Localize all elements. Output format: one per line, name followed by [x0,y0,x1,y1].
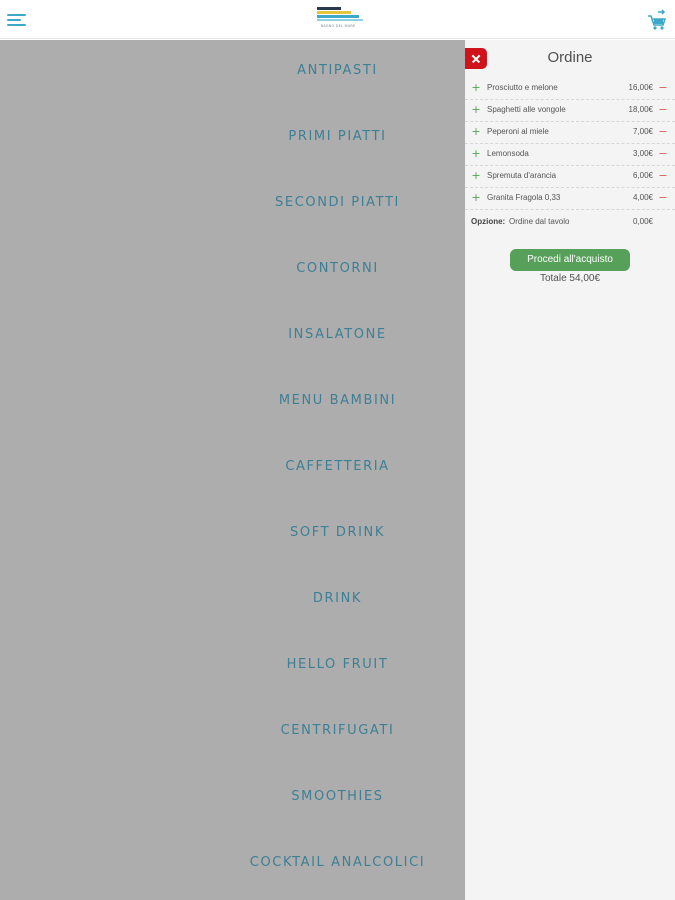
order-item-price: 7,00€ [632,127,653,136]
order-item-name: Spremuta d'arancia [487,171,557,180]
minus-icon[interactable]: − [658,104,668,116]
order-row: + Granita Fragola 0,33 4,00€ − [465,188,675,210]
plus-icon[interactable]: + [471,170,481,182]
cart-icon[interactable] [646,9,668,31]
order-item-price: 16,00€ [628,83,653,92]
order-item-name: Lemonsoda [487,149,529,158]
order-item-name: Prosciutto e melone [487,83,558,92]
minus-icon[interactable]: − [658,82,668,94]
order-panel: Ordine + Prosciutto e melone 16,00€ − + Spagh… [465,40,675,900]
order-item-name: Granita Fragola 0,33 [487,193,561,202]
order-item-price: 4,00€ [632,193,653,202]
order-item-name: Spaghetti alle vongole [487,105,566,114]
order-option-row: Opzione: Ordine dal tavolo 0,00€ [465,216,675,234]
logo-text: BAGNO DEL MARE [320,24,356,28]
top-bar: BAGNO DEL MARE [0,0,675,39]
order-title: Ordine [547,49,593,66]
order-row: + Spaghetti alle vongole 18,00€ − [465,100,675,122]
order-item-price: 6,00€ [632,171,653,180]
app-logo: BAGNO DEL MARE [313,6,363,34]
plus-icon[interactable]: + [471,192,481,204]
minus-icon[interactable]: − [658,192,668,204]
order-row: + Prosciutto e melone 16,00€ − [465,78,675,100]
hamburger-menu-icon[interactable] [7,12,27,28]
checkout-button[interactable]: Procedi all'acquisto [510,249,630,271]
option-price: 0,00€ [632,217,653,226]
option-label: Opzione: [471,217,506,226]
plus-icon[interactable]: + [471,126,481,138]
plus-icon[interactable]: + [471,104,481,116]
minus-icon[interactable]: − [658,170,668,182]
order-item-price: 18,00€ [628,105,653,114]
minus-icon[interactable]: − [658,126,668,138]
order-item-price: 3,00€ [632,149,653,158]
minus-icon[interactable]: − [658,148,668,160]
plus-icon[interactable]: + [471,82,481,94]
option-value: Ordine dal tavolo [509,217,570,226]
order-row: + Spremuta d'arancia 6,00€ − [465,166,675,188]
order-row: + Lemonsoda 3,00€ − [465,144,675,166]
order-total: Totale 54,00€ [539,273,601,284]
plus-icon[interactable]: + [471,148,481,160]
order-row: + Peperoni al miele 7,00€ − [465,122,675,144]
order-item-name: Peperoni al miele [487,127,549,136]
